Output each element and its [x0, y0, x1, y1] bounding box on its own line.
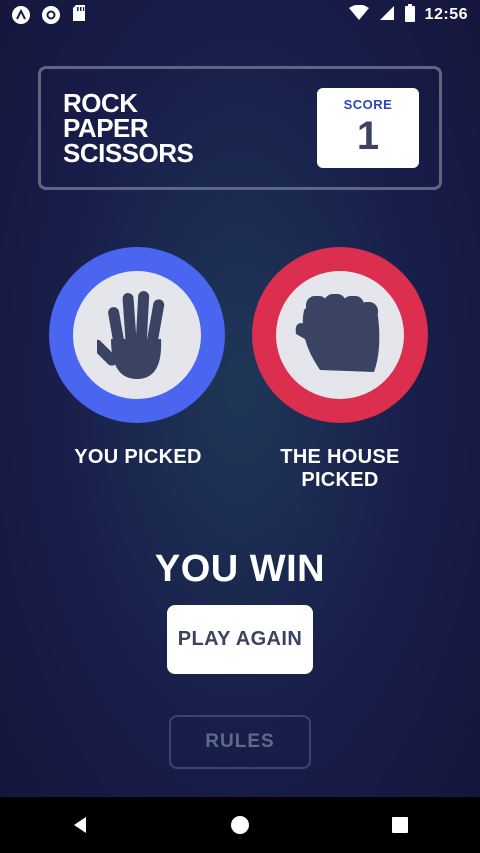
you-picked-caption: YOU PICKED	[74, 446, 202, 468]
score-label: SCORE	[343, 96, 393, 112]
title-line-paper: PAPER	[63, 112, 149, 143]
house-picked-token-inner	[276, 271, 404, 399]
back-icon	[74, 817, 86, 833]
home-icon	[231, 816, 249, 834]
navigation-bar	[0, 797, 480, 853]
house-picked-token	[252, 247, 428, 423]
status-bar: 12:56	[0, 0, 480, 30]
title-line-rock: ROCK	[63, 87, 138, 118]
game-title: ROCK PAPER SCISSORS	[63, 87, 194, 168]
status-time: 12:56	[424, 6, 468, 23]
circle-icon	[42, 6, 60, 24]
header: ROCK PAPER SCISSORS SCORE 1	[38, 66, 442, 190]
house-picked-caption: THE HOUSE PICKED	[280, 446, 400, 491]
wifi-icon	[348, 4, 369, 26]
you-picked-token	[49, 247, 225, 423]
sd-card-icon	[72, 4, 86, 27]
score-value: 1	[356, 113, 380, 158]
recents-icon	[392, 817, 408, 833]
android-icon	[12, 6, 30, 24]
status-bar-left	[12, 4, 86, 27]
recents-button[interactable]	[370, 797, 430, 853]
score-box: SCORE 1	[317, 88, 419, 168]
home-button[interactable]	[210, 797, 270, 853]
status-bar-right: 12:56	[348, 3, 468, 27]
fist-rock-icon	[295, 294, 380, 372]
hand-paper-icon	[97, 291, 165, 379]
signal-icon	[379, 5, 395, 26]
back-button[interactable]	[50, 797, 110, 853]
title-line-scissors: SCISSORS	[63, 137, 194, 168]
result-text: YOU WIN	[154, 548, 326, 590]
battery-icon	[404, 3, 415, 27]
rules-button[interactable]: RULES	[169, 715, 311, 769]
you-picked-token-inner	[73, 271, 201, 399]
play-again-button[interactable]: PLAY AGAIN	[167, 605, 313, 674]
